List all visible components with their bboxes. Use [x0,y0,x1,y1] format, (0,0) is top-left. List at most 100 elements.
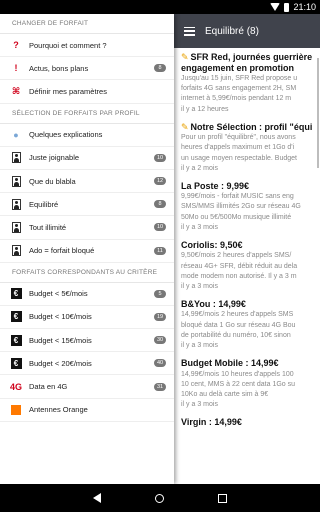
lightbulb-icon: ● [13,129,19,140]
count-badge: 19 [154,312,166,321]
status-bar: 21:10 [0,0,320,14]
euro-glyph: € [10,334,22,346]
card-title-text: La Poste : 9,99€ [181,180,250,191]
drawer-item-label: Budget < 15€/mois [29,335,92,345]
drawer-item[interactable]: € Budget < 20€/mois 40 [0,352,174,376]
drawer-item[interactable]: ? Pourquoi et comment ? [0,34,174,58]
drawer-item-label: Tout illimité [29,222,67,232]
card-body: mode modem non autorisé. Il y a 3 m [181,272,297,280]
count-badge: 10 [154,153,166,162]
count-badge: 8 [154,64,166,73]
count-badge: 30 [154,336,166,345]
drawer-item[interactable]: € Budget < 15€/mois 30 [0,329,174,353]
section-title: FORFAITS CORRESPONDANTS AU CRITÈRE [0,263,174,283]
news-card[interactable]: Virgin : 14,99€ [181,417,320,428]
person-icon [10,245,22,257]
person-icon [10,175,22,187]
drawer-item[interactable]: ● Quelques explications [0,124,174,147]
euro-glyph: € [10,288,22,300]
drawer-item-label: Ado = forfait bloqué [29,246,95,256]
section-title: CHANGER DE FORFAIT [0,14,174,34]
home-icon[interactable] [155,493,164,503]
drawer-item[interactable]: Ado = forfait bloqué 11 [0,240,174,263]
drawer-item-label: Actus, bons plans [29,63,89,73]
person-icon [10,221,22,233]
scrollbar[interactable] [317,58,319,168]
drawer-item-label: Pourquoi et comment ? [29,40,107,50]
drawer-item-label: Budget < 5€/mois [29,289,88,299]
news-card[interactable]: La Poste : 9,99€ 9,99€/mois - forfait MUS… [181,181,320,232]
news-card[interactable]: ✎ SFR Red, journées guerrière engagement e… [181,52,320,114]
card-title: Budget Mobile : 14,99€ [181,358,320,369]
card-body: un usage moyen respectable. Budget [181,154,297,162]
card-body: internet à 5,99€/mois pendant 12 m [181,95,292,103]
card-title-text: Notre Sélection : profil "équi [190,121,313,132]
card-title-text: Budget Mobile : 14,99€ [181,358,279,369]
drawer-item[interactable]: 4G Data en 4G 31 [0,375,174,399]
card-body: SMS/MMS illimités 2Go sur réseau 4G [181,203,301,211]
news-feed: ✎ SFR Red, journées guerrière engagement e… [174,48,320,428]
system-nav-bar [0,484,320,512]
news-card[interactable]: Budget Mobile : 14,99€ 14,99€/mois 10 heu… [181,358,320,409]
news-card[interactable]: B&You : 14,99€ 14,99€/mois 2 heures d'app… [181,299,320,350]
drawer-item-label: Juste joignable [29,153,80,163]
card-time: il y a 3 mois [181,282,218,290]
euro-icon: € [10,357,22,369]
main-content: Equilibré (8) ✎ SFR Red, journées guerriè… [174,14,320,484]
person-icon [10,152,22,164]
count-badge: 40 [154,359,166,368]
wifi-icon [270,3,281,11]
card-body: 10Ko au delà carte sim à 9€ [181,390,269,398]
drawer-item[interactable]: Juste joignable 10 [0,147,174,170]
card-time: il y a 12 heures [181,105,229,113]
drawer-item[interactable]: ! Actus, bons plans 8 [0,57,174,81]
4g-icon: 4G [10,381,23,392]
tag-icon: ✎ [181,121,189,132]
card-body: réseau 4G+ SFR, débit réduit au dela [181,262,298,270]
drawer-item[interactable]: € Budget < 5€/mois 5 [0,283,174,306]
navigation-drawer: CHANGER DE FORFAIT? Pourquoi et comment ?… [0,14,174,484]
command-icon: ⌘ [11,85,21,96]
hamburger-menu-icon[interactable] [184,26,195,36]
card-title-text: SFR Red, journées guerrière [190,52,313,62]
drawer-item[interactable]: Que du blabla 12 [0,170,174,194]
recent-apps-icon[interactable] [218,493,227,503]
drawer-item[interactable]: Tout illimité 10 [0,216,174,240]
count-badge: 5 [154,289,166,298]
card-body: Jusqu'au 15 juin, SFR Red propose u [181,75,298,82]
news-card[interactable]: Coriolis: 9,50€ 9,50€/mois 2 heures d'app… [181,240,320,291]
news-card[interactable]: ✎ Notre Sélection : profil "équi Pour un p… [181,122,320,173]
drawer-item-label: Définir mes paramètres [29,86,107,96]
card-body: 14,99€/mois 2 heures d'appels SMS [181,311,294,319]
orange-square-icon [10,404,22,416]
euro-glyph: € [10,357,22,369]
tag-icon: ✎ [181,52,189,62]
person-icon [10,198,22,210]
back-icon[interactable] [93,493,101,503]
card-title: Virgin : 14,99€ [181,417,320,428]
card-body: 9,50€/mois 2 heures d'appels SMS/ [181,252,292,260]
card-time: il y a 3 mois [181,401,218,409]
euro-glyph: € [10,311,22,323]
drawer-item-label: Budget < 20€/mois [29,358,92,368]
drawer-item[interactable]: Antennes Orange [0,399,174,422]
card-title: B&You : 14,99€ [181,299,320,310]
drawer-item-label: Que du blabla [29,176,76,186]
exclamation-icon: ! [14,63,18,74]
count-badge: 10 [154,223,166,232]
card-body: Pour un profil "équilibré", nous avons [181,134,296,142]
euro-icon: € [10,311,22,323]
card-title-text: B&You : 14,99€ [181,298,246,309]
drawer-item[interactable]: ⌘ Définir mes paramètres [0,80,174,104]
count-badge: 12 [154,177,166,186]
drawer-item[interactable]: Equilibré 8 [0,193,174,217]
app-bar-title: Equilibré (8) [205,25,259,37]
card-body: 10 cent, MMS à 22 cent data 1Go su [181,380,296,388]
card-body: 50Mo ou 5€/500Mo musique illimité [181,213,292,221]
euro-icon: € [10,288,22,300]
drawer-item-label: Antennes Orange [29,405,88,415]
count-badge: 31 [154,382,166,391]
app-bar: Equilibré (8) [174,14,320,48]
drawer-item[interactable]: € Budget < 10€/mois 19 [0,306,174,330]
card-title: La Poste : 9,99€ [181,181,320,192]
